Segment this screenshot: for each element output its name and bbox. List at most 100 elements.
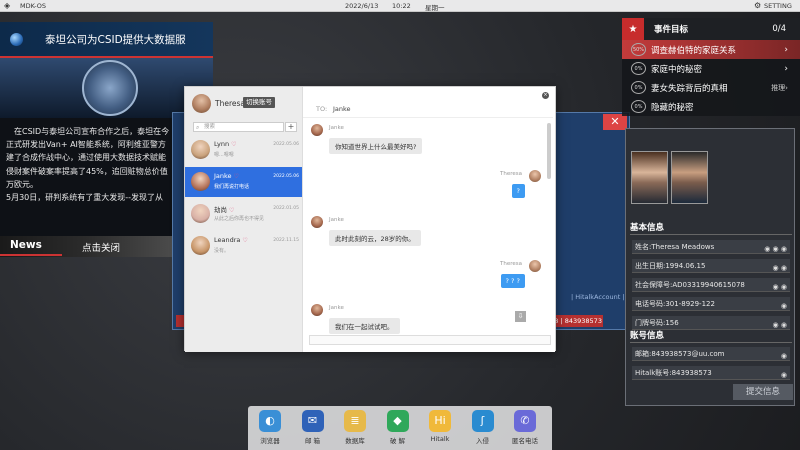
avatar [311, 304, 323, 316]
message-bubble: ? ? ? [500, 274, 525, 288]
hitalk-account-text: | HitalkAccount | [571, 293, 625, 301]
search-input[interactable]: ⌕ 搜索 [193, 122, 284, 132]
avatar [191, 140, 210, 159]
system-weekday: 星期一 [425, 4, 445, 12]
dock-label: 匿名电话 [512, 437, 538, 445]
sender-name: Janke [329, 125, 344, 131]
contact-preview: 嗯...嗯嗯 [214, 152, 234, 158]
goals-title: 事件目标 [654, 25, 689, 35]
chevron-right-icon: 推理› [771, 83, 788, 92]
avatar [191, 172, 210, 191]
info-status-icon[interactable]: ◉ [781, 368, 787, 382]
contact-name: 劫尚 [214, 206, 227, 214]
info-row[interactable]: 邮箱:843938573@uu.com ◉ [632, 347, 790, 361]
close-icon[interactable]: ✕ [603, 114, 627, 130]
database-icon: ≣ [344, 410, 366, 432]
info-row[interactable]: 社会保障号:AD03319940615078 ◉ ◉ [632, 278, 790, 292]
hitalk-chat-window: Theresa 切换账号 ⌕ 搜索 + Lynn ♡ 2022.05.06 嗯...嗯… [184, 86, 556, 352]
message-input[interactable] [309, 335, 551, 345]
goal-text: 家庭中的秘密 [651, 64, 703, 75]
info-text: 姓名:Theresa Meadows [635, 243, 715, 251]
contact-date: 2022.05.06 [273, 174, 299, 179]
message-bubble: 此时此刻的云，28岁的你。 [329, 230, 421, 246]
goal-progress: 0% [631, 100, 646, 113]
goal-text: 隐藏的秘密 [651, 102, 694, 113]
dock-app-database[interactable]: ≣ 数据库 [337, 410, 373, 445]
dock-app-mail[interactable]: ✉ 邮 箱 [295, 410, 331, 445]
search-icon: ⌕ [196, 124, 200, 131]
add-contact-button[interactable]: + [285, 122, 297, 132]
chevron-right-icon: › [784, 63, 788, 74]
contact-preview: 从此之后你再也不得见 [214, 216, 265, 222]
dock-label: 破 解 [389, 437, 406, 445]
info-status-icon[interactable]: ◉ ◉ [773, 280, 787, 294]
avatar [529, 260, 541, 272]
star-icon: ★ [628, 23, 638, 35]
dock-label: Hitalk [430, 435, 450, 443]
heart-icon: ♡ [231, 141, 237, 148]
dock-label: 浏览器 [260, 437, 280, 445]
avatar [192, 94, 211, 113]
submit-info-button[interactable]: 提交信息 [733, 384, 793, 400]
contacts-pane: Theresa 切换账号 ⌕ 搜索 + Lynn ♡ 2022.05.06 嗯...嗯… [185, 87, 303, 352]
gear-icon[interactable]: ⚙ [754, 1, 761, 10]
dock-app-crack[interactable]: ◆ 破 解 [380, 410, 416, 445]
contact-date: 2022.11.15 [273, 238, 299, 243]
contact-name: Janke [214, 172, 232, 180]
avatar-theresa[interactable] [631, 151, 668, 204]
hitalk-icon: Hi [429, 410, 451, 432]
dock-app-intrude[interactable]: ʃ 入侵 [465, 410, 501, 445]
heart-icon: ♡ [233, 173, 239, 180]
info-status-icon[interactable]: ◉ ◉ [773, 261, 787, 275]
dock-app-phone[interactable]: ✆ 匿名电话 [507, 410, 543, 445]
dock-label: 数据库 [345, 437, 365, 445]
info-text: 邮箱:843938573@uu.com [635, 350, 725, 358]
goal-item[interactable]: 0% 妻女失踪背后的真相 推理› [622, 78, 800, 97]
avatar-male[interactable] [671, 151, 708, 204]
close-icon[interactable]: × [542, 92, 549, 99]
switch-account-button[interactable]: 切换账号 [243, 97, 275, 108]
scrollbar[interactable] [547, 123, 551, 179]
info-status-icon[interactable]: ◉ ◉ ◉ [764, 242, 787, 256]
conversation-pane: TO: Janke × Janke 你知道世界上什么最美好吗? Theresa? Ja… [303, 87, 555, 352]
sender-name: Janke [329, 305, 344, 311]
goal-text: 调查赫伯特的家庭关系 [651, 45, 737, 56]
contact-preview: 没有。 [214, 248, 230, 254]
info-status-icon[interactable]: ◉ [781, 349, 787, 363]
info-row[interactable]: 姓名:Theresa Meadows ◉ ◉ ◉ [632, 240, 790, 254]
info-row[interactable]: Hitalk账号:843938573 ◉ [632, 366, 790, 380]
contact-item[interactable]: 劫尚 ♡ 2022.01.05 从此之后你再也不得见 [185, 199, 302, 229]
account-info-title: 账号信息 [630, 329, 792, 343]
news-header: 泰坦公司为CSID提供大数据服 [0, 22, 213, 58]
info-text: 门牌号码:156 [635, 319, 679, 327]
contact-item[interactable]: Leandra ♡ 2022.11.15 没有。 [185, 231, 302, 261]
contact-date: 2022.05.06 [273, 142, 299, 147]
sender-name: Theresa [500, 261, 522, 267]
system-time: 10:22 [392, 2, 411, 10]
dock-label: 邮 箱 [304, 437, 321, 445]
dock-app-browser[interactable]: ◐ 浏览器 [252, 410, 288, 445]
goal-item[interactable]: 0% 隐藏的秘密 [622, 97, 800, 116]
heart-icon: ♡ [229, 207, 235, 214]
crack-icon: ◆ [386, 410, 409, 432]
intrude-icon: ʃ [471, 410, 494, 432]
system-date: 2022/6/13 [345, 2, 379, 10]
info-row[interactable]: 门牌号码:156 ◉ ◉ [632, 316, 790, 330]
system-logo-icon[interactable]: ◈ [4, 1, 14, 11]
info-row[interactable]: 电话号码:301-8929-122 ◉ [632, 297, 790, 311]
contact-item[interactable]: Janke ♡ 2022.05.06 我们再说打电话 [185, 167, 302, 197]
goals-count: 0/4 [772, 24, 786, 34]
goal-item[interactable]: 0% 家庭中的秘密 › [622, 59, 800, 78]
contact-item[interactable]: Lynn ♡ 2022.05.06 嗯...嗯嗯 [185, 135, 302, 165]
goal-item[interactable]: 50% 调查赫伯特的家庭关系 › [622, 40, 800, 59]
scroll-down-icon[interactable]: ⇩ [515, 311, 526, 322]
info-row[interactable]: 出生日期:1994.06.15 ◉ ◉ [632, 259, 790, 273]
dock-app-hitalk[interactable]: Hi Hitalk [422, 410, 458, 443]
phone-icon: ✆ [514, 410, 536, 432]
setting-button[interactable]: SETTING [764, 2, 792, 10]
avatar [191, 236, 210, 255]
news-close-button[interactable]: 点击关闭 [62, 240, 120, 254]
info-status-icon[interactable]: ◉ [781, 299, 787, 313]
chevron-right-icon: › [784, 44, 788, 55]
top-menu-bar: ◈ MDK-OS 2022/6/13 10:22 星期一 ⚙ SETTING [0, 0, 800, 12]
